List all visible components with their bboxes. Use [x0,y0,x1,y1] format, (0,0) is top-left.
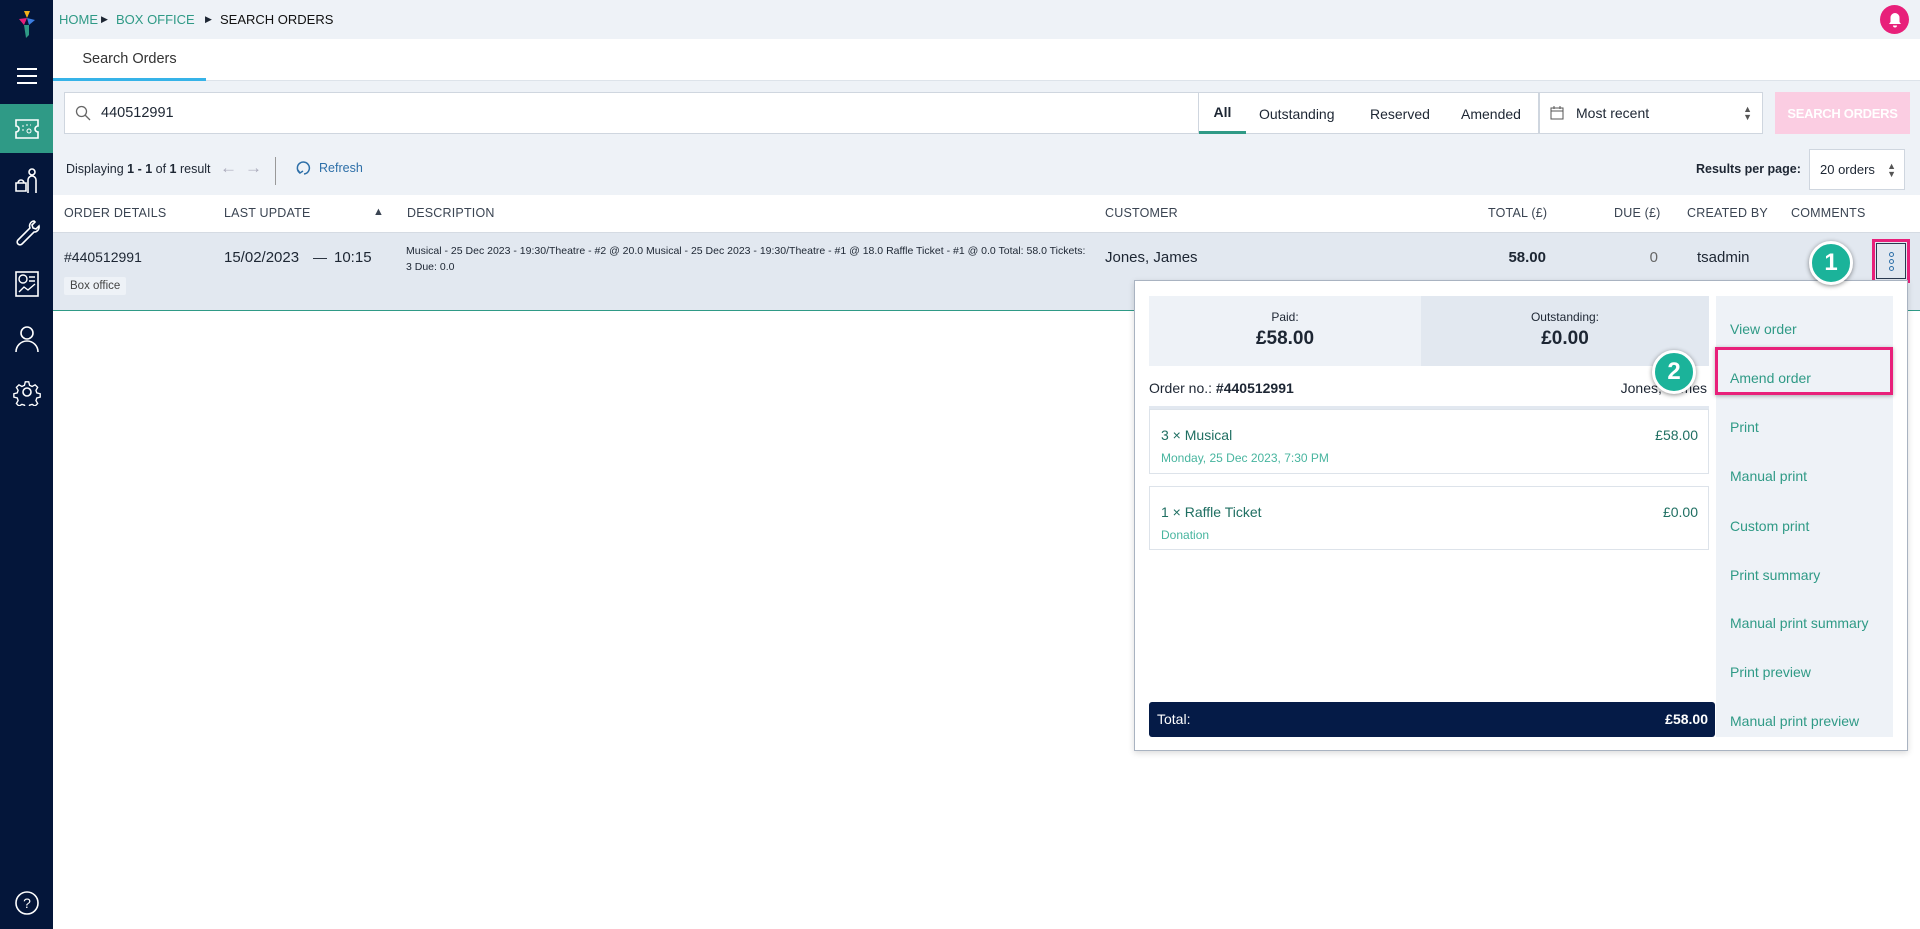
sidebar-item-reports[interactable] [0,260,53,308]
last-update-date: 15/02/2023 [224,249,300,266]
logo[interactable] [0,0,53,48]
hamburger-icon [16,68,37,84]
menu-view-order[interactable]: View order [1730,321,1797,337]
logo-icon [18,11,35,38]
sidebar-item-box-office[interactable] [0,104,53,153]
search-orders-button[interactable]: SEARCH ORDERS [1775,92,1910,134]
report-icon [14,271,39,297]
row-actions-button[interactable] [1876,243,1906,279]
sort-select[interactable]: Most recent ▲ ▼ [1539,92,1763,134]
person-basket-icon [14,168,37,193]
status-filter: All Outstanding Reserved Amended [1198,92,1539,134]
popup-total: £58.00 [1665,711,1708,727]
order-number-line: Order no.: #440512991 [1149,380,1294,396]
help-icon: ? [14,891,39,915]
divider [275,157,276,185]
column-due[interactable]: DUE (£) [1614,206,1661,220]
sort-asc-icon[interactable]: ▲ [373,206,384,218]
select-arrows-icon: ▲ ▼ [1743,104,1752,122]
breadcrumb: HOME ▶ BOX OFFICE ▶ SEARCH ORDERS [53,0,1920,39]
search-value: 440512991 [101,105,174,121]
order-due: 0 [1649,249,1658,266]
breadcrumb-box-office[interactable]: BOX OFFICE [116,12,195,27]
tab-bar: Search Orders [53,39,1920,81]
column-customer[interactable]: CUSTOMER [1105,206,1178,220]
total-bar: Total: £58.00 [1149,702,1715,737]
help-button[interactable]: ? [0,879,53,927]
chevron-right-icon: ▶ [205,14,212,24]
column-last-update[interactable]: LAST UPDATE [224,206,310,220]
column-comments[interactable]: COMMENTS [1791,206,1866,220]
paid-amount: £58.00 [1255,328,1315,349]
sidebar: ? [0,0,53,929]
column-total[interactable]: TOTAL (£) [1488,206,1547,220]
results-per-page-select[interactable]: 20 orders ▲ ▼ [1809,149,1905,190]
menu-print-preview[interactable]: Print preview [1730,664,1811,680]
sort-value: Most recent [1576,105,1650,121]
gear-icon [12,381,41,406]
chevron-right-icon: ▶ [101,14,108,24]
bell-icon [1888,12,1901,27]
step-badge-1: 1 [1809,241,1853,285]
menu-custom-print[interactable]: Custom print [1730,518,1809,534]
menu-amend-order[interactable]: Amend order [1730,370,1811,386]
breadcrumb-home[interactable]: HOME [59,12,98,27]
outstanding-amount: £0.00 [1541,328,1589,349]
select-arrows-icon: ▲ ▼ [1887,160,1896,179]
filter-all[interactable]: All [1199,93,1246,134]
results-per-page-label: Results per page: [1696,162,1801,176]
menu-print[interactable]: Print [1730,419,1759,435]
tab-search-orders[interactable]: Search Orders [53,39,206,81]
calendar-icon [1550,106,1564,120]
created-by: tsadmin [1697,249,1750,266]
kebab-icon [1888,251,1894,271]
filter-amended[interactable]: Amended [1461,93,1521,134]
sidebar-item-account[interactable] [0,315,53,363]
ticket-icon [14,118,39,139]
filter-reserved[interactable]: Reserved [1370,93,1430,134]
sidebar-item-customers[interactable] [0,157,53,205]
step-badge-2: 2 [1652,350,1696,394]
column-created-by[interactable]: CREATED BY [1687,206,1768,220]
order-number[interactable]: #440512991 [64,249,142,265]
date-separator: — [313,249,327,265]
refresh-icon [296,161,311,175]
last-update-time: 10:15 [334,249,372,266]
order-item[interactable]: 1 × Raffle Ticket £0.00 Donation [1149,486,1709,550]
filter-outstanding[interactable]: Outstanding [1259,93,1335,134]
next-page-button[interactable]: → [245,158,262,178]
search-input[interactable]: 440512991 [64,92,1199,134]
menu-manual-print[interactable]: Manual print [1730,468,1807,484]
svg-text:?: ? [23,895,31,911]
actions-menu: View order Amend order Print Manual prin… [1715,296,1893,737]
column-description[interactable]: DESCRIPTION [407,206,495,220]
wrench-icon [15,220,40,246]
menu-manual-print-preview[interactable]: Manual print preview [1730,713,1859,729]
column-order-details[interactable]: ORDER DETAILS [64,206,166,220]
user-icon [14,326,39,353]
menu-print-summary[interactable]: Print summary [1730,567,1820,583]
paid-summary: Paid: £58.00 [1149,296,1421,366]
sidebar-item-tools[interactable] [0,209,53,257]
order-item[interactable]: 3 × Musical £58.00 Monday, 25 Dec 2023, … [1149,409,1709,474]
search-icon [75,105,91,121]
breadcrumb-current: SEARCH ORDERS [220,12,334,27]
prev-page-button[interactable]: ← [220,158,237,178]
menu-manual-print-summary[interactable]: Manual print summary [1730,615,1869,631]
menu-button[interactable] [0,52,53,100]
refresh-button[interactable]: Refresh [296,160,363,176]
pagination-summary: Displaying 1 - 1 of 1 result [66,162,211,176]
sidebar-item-settings[interactable] [0,368,53,416]
customer-name: Jones, James [1105,249,1198,266]
notifications-button[interactable] [1880,5,1909,34]
order-description: Musical - 25 Dec 2023 - 19:30/Theatre - … [406,245,1086,273]
order-total: 58.00 [1508,249,1546,266]
channel-badge: Box office [64,277,127,295]
order-popup: Paid: £58.00 Outstanding: £0.00 Order no… [1134,280,1908,751]
